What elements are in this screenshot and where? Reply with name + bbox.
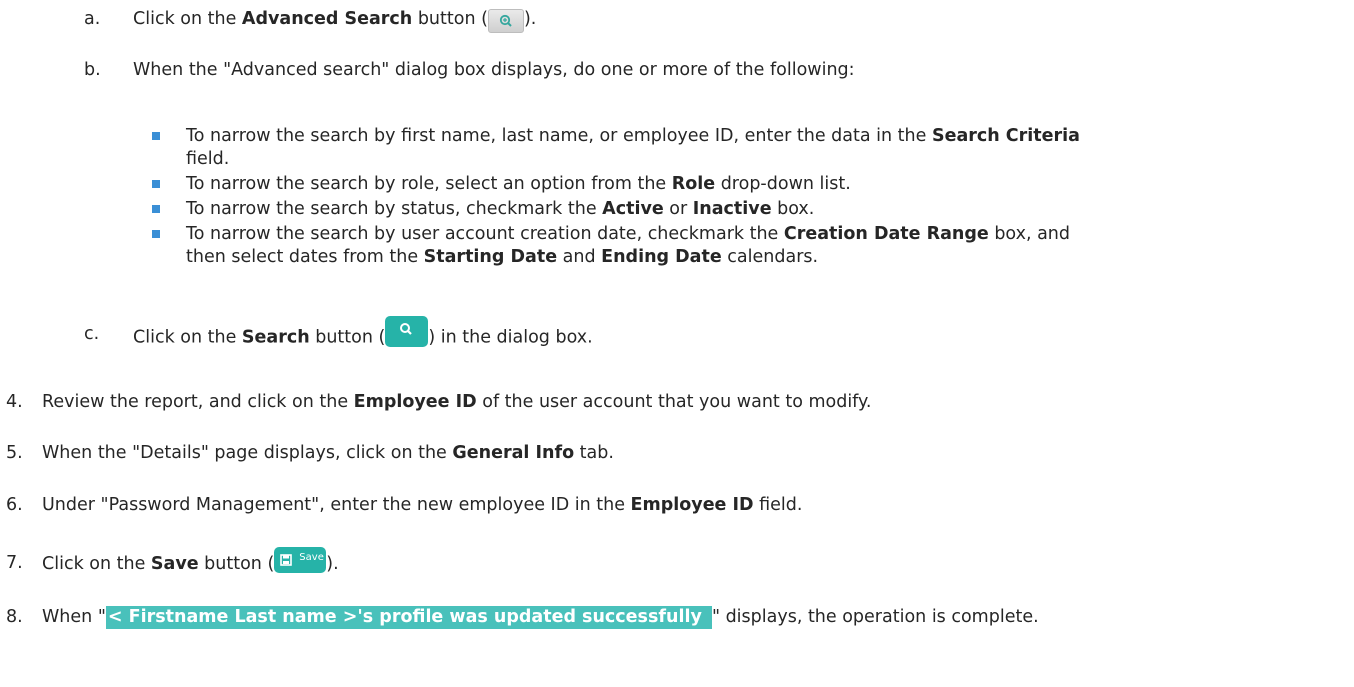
step-c-marker: c. <box>84 324 100 344</box>
step-8: When " < Firstname Last name >'s profile … <box>42 606 1039 629</box>
bullet-creation-date-cont: then select dates from the Starting Date… <box>186 247 819 267</box>
step-5: When the "Details" page displays, click … <box>42 443 614 463</box>
success-message-highlight: < Firstname Last name >'s profile was up… <box>105 606 712 629</box>
step-5-marker: 5. <box>6 443 23 463</box>
step-7-marker: 7. <box>6 553 23 573</box>
step-7: Click on the Save button (Save). <box>42 547 339 577</box>
step-8-marker: 8. <box>6 607 23 627</box>
step-6: Under "Password Management", enter the n… <box>42 495 803 515</box>
step-a: Click on the Advanced Search button (). <box>133 7 536 33</box>
advanced-search-button[interactable] <box>487 9 524 33</box>
magnifier-icon <box>400 323 413 335</box>
bullet-search-criteria: To narrow the search by first name, last… <box>186 126 1080 146</box>
save-button[interactable]: Save <box>274 547 327 573</box>
search-button[interactable] <box>385 316 429 347</box>
save-button-label: Save <box>299 552 324 563</box>
bullet-marker <box>152 180 160 188</box>
step-6-marker: 6. <box>6 495 23 515</box>
bullet-status: To narrow the search by status, checkmar… <box>186 199 815 219</box>
step-4-marker: 4. <box>6 392 23 412</box>
zoom-in-magnifier-icon <box>499 14 512 27</box>
bullet-marker <box>152 205 160 213</box>
bullet-search-criteria-cont: field. <box>186 149 230 169</box>
step-a-marker: a. <box>84 9 101 29</box>
step-b: When the "Advanced search" dialog box di… <box>133 60 855 80</box>
step-b-marker: b. <box>84 60 101 80</box>
bullet-role: To narrow the search by role, select an … <box>186 174 851 194</box>
step-4: Review the report, and click on the Empl… <box>42 392 872 412</box>
floppy-disk-icon <box>280 554 293 566</box>
bullet-marker <box>152 230 160 238</box>
bullet-creation-date: To narrow the search by user account cre… <box>186 224 1071 244</box>
step-c: Click on the Search button () in the dia… <box>133 316 593 353</box>
bullet-marker <box>152 132 160 140</box>
